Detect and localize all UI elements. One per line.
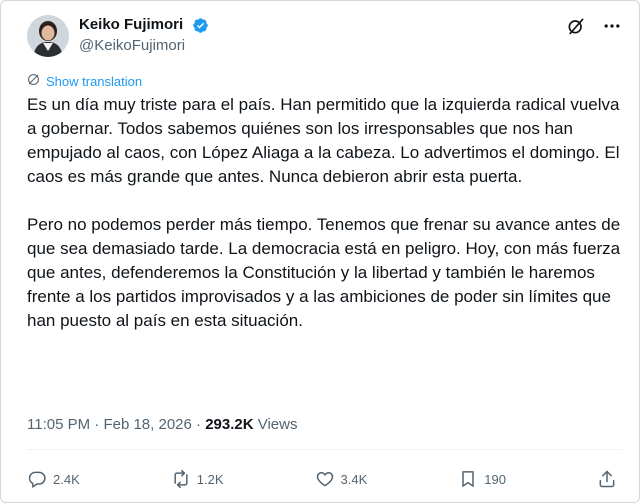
post-paragraph-1: Es un día muy triste para el país. Han p… (27, 95, 620, 186)
meta-separator: · (196, 416, 202, 433)
post-meta: 11:05 PM · Feb 18, 2026 · 293.2K Views (27, 415, 297, 435)
like-button[interactable]: 3.4K (315, 469, 368, 489)
like-count: 3.4K (340, 471, 368, 487)
show-translation-link[interactable]: Show translation (27, 73, 142, 89)
like-icon (315, 469, 335, 489)
translate-icon (27, 73, 40, 89)
meta-separator: · (94, 416, 100, 433)
reply-icon (27, 469, 47, 489)
bookmark-count: 190 (484, 471, 506, 487)
repost-icon (171, 469, 191, 489)
share-icon (597, 469, 617, 489)
post-body: Es un día muy triste para el país. Han p… (27, 93, 627, 333)
author-handle[interactable]: @KeikoFujimori (79, 36, 209, 56)
grok-icon[interactable] (565, 15, 587, 37)
views-count: 293.2K (205, 416, 254, 433)
repost-count: 1.2K (196, 471, 224, 487)
reply-count: 2.4K (53, 471, 80, 487)
bookmark-icon (458, 469, 478, 489)
post-header: Keiko Fujimori @KeikoFujimori (27, 13, 623, 57)
bookmark-button[interactable]: 190 (458, 469, 506, 489)
action-bar: 2.4K 1.2K 3.4K 190 (27, 463, 617, 495)
author-names: Keiko Fujimori @KeikoFujimori (79, 15, 209, 56)
header-actions (565, 15, 623, 37)
post-time[interactable]: 11:05 PM (27, 416, 90, 433)
post-date[interactable]: Feb 18, 2026 (103, 416, 191, 433)
reply-button[interactable]: 2.4K (27, 469, 80, 489)
author-display-name[interactable]: Keiko Fujimori (79, 15, 183, 35)
more-icon[interactable] (601, 15, 623, 37)
divider (27, 449, 623, 450)
views-label: Views (257, 416, 298, 433)
share-button[interactable] (597, 469, 617, 489)
post-paragraph-2: Pero no podemos perder más tiempo. Tenem… (27, 215, 621, 330)
verified-badge-icon (192, 17, 209, 34)
post-card: Keiko Fujimori @KeikoFujimori Show trans… (0, 0, 640, 503)
repost-button[interactable]: 1.2K (171, 469, 224, 489)
show-translation-label: Show translation (46, 73, 143, 89)
avatar[interactable] (27, 15, 69, 57)
